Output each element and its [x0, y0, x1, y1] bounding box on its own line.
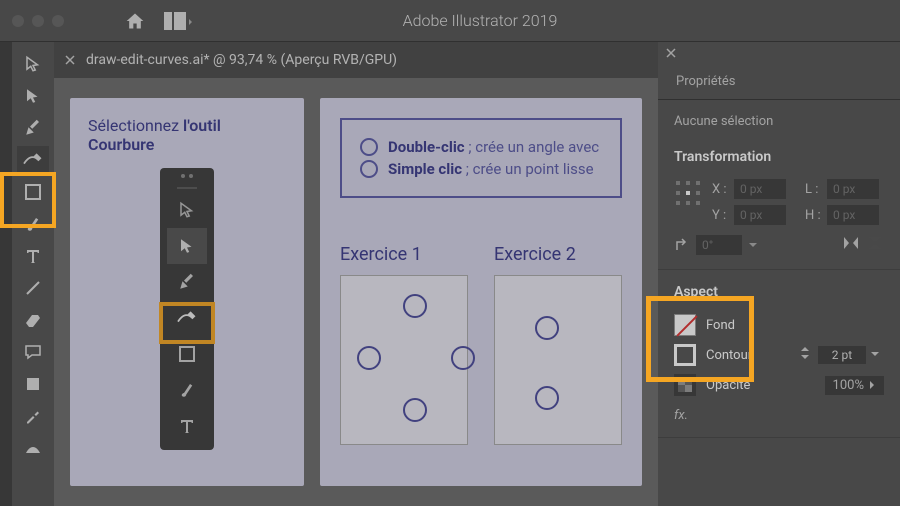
exercise-1: Exercice 1	[340, 244, 468, 445]
y-input[interactable]	[734, 205, 786, 225]
mini-curvature-highlight	[159, 302, 215, 344]
left-strip	[0, 42, 12, 506]
eyedropper-tool-icon[interactable]	[17, 402, 49, 430]
chevron-right-icon[interactable]	[868, 380, 876, 390]
height-input[interactable]	[827, 205, 879, 225]
tab-properties[interactable]: Propriétés	[658, 64, 754, 99]
line-tool-icon[interactable]	[17, 274, 49, 302]
home-icon[interactable]	[124, 11, 146, 31]
mini-selection-icon	[167, 192, 207, 228]
exercise-title: Exercice 2	[494, 244, 622, 265]
layout-switcher-icon[interactable]	[164, 12, 194, 30]
app-title: Adobe Illustrator 2019	[212, 11, 748, 30]
curvature-tool-icon[interactable]	[17, 146, 49, 174]
l-label: L :	[805, 182, 823, 197]
fx-label[interactable]: fx.	[674, 408, 884, 423]
mini-toolbar	[160, 168, 214, 450]
mini-type-icon	[167, 408, 207, 444]
tab-label[interactable]: draw-edit-curves.ai* @ 93,74 % (Aperçu R…	[86, 52, 397, 68]
instruction-box: Double-clic ; crée un angle avec Simple …	[340, 118, 622, 198]
opacity-value[interactable]: 100%	[833, 378, 864, 393]
aspect-highlight	[646, 296, 754, 382]
rectangle-tool-icon[interactable]	[17, 178, 49, 206]
y-label: Y :	[712, 208, 730, 223]
toolbar	[12, 42, 54, 506]
exercise-2-canvas	[494, 275, 622, 445]
properties-panel: Propriétés Aucune sélection Transformati…	[658, 42, 900, 506]
flip-horizontal-icon[interactable]	[842, 235, 860, 251]
selection-section: Aucune sélection Transformation X : L : …	[658, 100, 900, 270]
artboard-tool-icon[interactable]	[17, 370, 49, 398]
selection-info: Aucune sélection	[674, 114, 884, 129]
instruction-card-left: Sélectionnez l'outil Courbure	[70, 98, 304, 486]
exercise-2: Exercice 2	[494, 244, 622, 445]
direct-selection-tool-icon[interactable]	[17, 82, 49, 110]
instruction-card-right: Double-clic ; crée un angle avec Simple …	[320, 98, 642, 486]
document-tabbar: draw-edit-curves.ai* @ 93,74 % (Aperçu R…	[54, 42, 658, 78]
tab-close-icon[interactable]	[62, 52, 78, 68]
angle-input[interactable]	[696, 235, 742, 255]
minimize-dot[interactable]	[32, 15, 44, 27]
selection-tool-icon[interactable]	[17, 50, 49, 78]
stroke-dropdown-icon[interactable]	[870, 348, 884, 363]
mini-pen-icon	[167, 264, 207, 300]
h-label: H :	[805, 208, 823, 223]
bullet-circle-icon	[360, 138, 378, 156]
stroke-weight-value[interactable]: 2 pt	[822, 348, 862, 362]
type-tool-icon[interactable]	[17, 242, 49, 270]
brush-tool-icon[interactable]	[17, 210, 49, 238]
exercise-title: Exercice 1	[340, 244, 468, 265]
panel-tabs: Propriétés	[658, 64, 900, 100]
x-label: X :	[712, 182, 730, 197]
comment-tool-icon[interactable]	[17, 338, 49, 366]
instruction-row: Simple clic ; crée un point lisse	[360, 160, 602, 178]
exercise-1-canvas	[340, 275, 468, 445]
width-input[interactable]	[827, 179, 879, 199]
mini-direct-selection-icon	[167, 228, 207, 264]
bullet-circle-icon	[360, 160, 378, 178]
flip-vertical-icon[interactable]	[866, 235, 884, 251]
transform-title: Transformation	[674, 149, 884, 165]
eraser-tool-icon[interactable]	[17, 306, 49, 334]
window-controls	[12, 15, 64, 27]
instruction-row: Double-clic ; crée un angle avec	[360, 138, 602, 156]
rotate-control[interactable]	[674, 235, 758, 255]
titlebar: Adobe Illustrator 2019	[0, 0, 900, 42]
stroke-stepper-icon[interactable]	[800, 344, 814, 366]
gradient-tool-icon[interactable]	[17, 434, 49, 462]
mini-brush-icon	[167, 372, 207, 408]
zoom-dot[interactable]	[52, 15, 64, 27]
pen-tool-icon[interactable]	[17, 114, 49, 142]
reference-point-icon[interactable]	[674, 179, 702, 207]
close-dot[interactable]	[12, 15, 24, 27]
canvas: Sélectionnez l'outil Courbure	[54, 78, 658, 506]
x-input[interactable]	[734, 179, 786, 199]
panel-close-icon[interactable]	[658, 42, 900, 64]
instruction-heading: Sélectionnez l'outil Courbure	[88, 116, 286, 154]
